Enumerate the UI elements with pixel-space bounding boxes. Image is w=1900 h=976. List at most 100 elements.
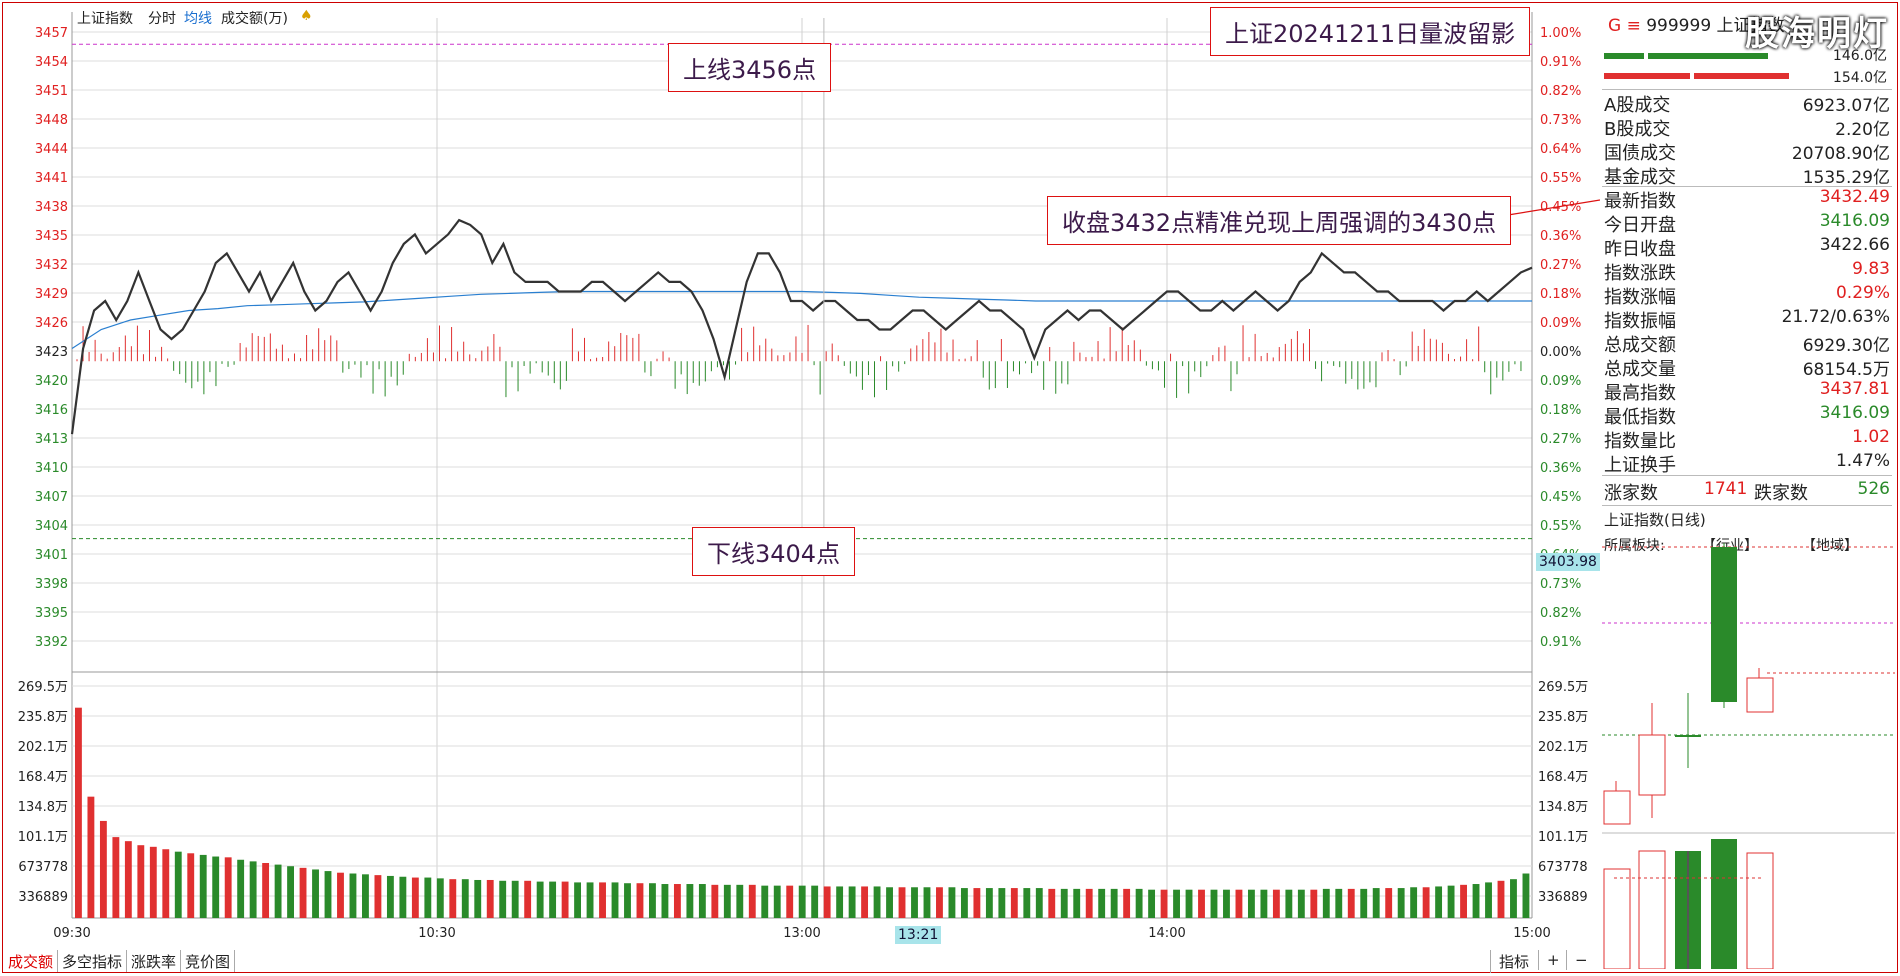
volume-bar <box>786 885 794 918</box>
candle <box>1638 734 1666 796</box>
price-tick-label: 3398 <box>35 577 68 592</box>
volume-bar <box>1510 879 1517 918</box>
volume-tick-label: 673778 <box>1538 860 1588 875</box>
volume-bar <box>1335 888 1343 918</box>
quote-row-value: 3437.81 <box>1819 379 1890 399</box>
volume-bar <box>1372 888 1380 918</box>
volume-bar <box>436 878 444 918</box>
volume-bar <box>349 873 357 918</box>
volume-bar <box>1210 889 1218 918</box>
tab-fenshi[interactable]: 分时 <box>148 8 176 28</box>
divider <box>1602 505 1892 506</box>
volume-bar <box>1010 888 1018 918</box>
volume-bar <box>1247 889 1255 918</box>
volume-bar <box>1360 888 1368 918</box>
volume-bar <box>187 853 195 918</box>
volume-bar <box>861 886 869 918</box>
quote-row-label: 指数涨跌 <box>1604 263 1676 284</box>
volume-bar <box>474 879 482 918</box>
volume-bar <box>112 837 120 918</box>
volume-tick-label: 235.8万 <box>18 710 68 725</box>
pct-tick-label: 0.36% <box>1540 461 1581 476</box>
price-tick-label: 3420 <box>35 374 68 389</box>
volume-bar <box>773 885 781 918</box>
volume-bar <box>312 869 319 918</box>
quote-row-label: B股成交 <box>1604 119 1671 140</box>
volume-bar <box>998 888 1006 918</box>
tab-auction[interactable]: 竞价图 <box>181 950 236 972</box>
volume-bar <box>574 882 582 918</box>
volume-bar <box>836 886 844 918</box>
volume-tick-label: 168.4万 <box>18 770 68 785</box>
volume-bar <box>386 875 394 918</box>
volume-bar <box>886 887 893 918</box>
tab-long-short[interactable]: 多空指标 <box>58 950 128 972</box>
volume-tick-label: 336889 <box>1538 890 1588 905</box>
quote-row: 昨日收盘 3422.66 <box>1602 235 1892 260</box>
price-tick-label: 3407 <box>35 490 68 505</box>
tab-rise-fall-rate[interactable]: 涨跌率 <box>127 950 182 972</box>
volume-bar <box>1123 888 1131 918</box>
quote-row: 最高指数 3437.81 <box>1602 379 1892 404</box>
price-tick-label: 3426 <box>35 316 68 331</box>
quote-row-value: 1.02 <box>1852 427 1890 447</box>
quote-row: 总成交量 68154.5万 <box>1602 355 1892 380</box>
quote-row-label: A股成交 <box>1604 95 1671 116</box>
volume-tick-label: 673778 <box>18 860 68 875</box>
quote-row-label: 总成交量 <box>1604 359 1676 380</box>
pct-tick-label: 0.18% <box>1540 287 1581 302</box>
volume-bar <box>948 887 956 918</box>
volume-bar <box>748 884 756 918</box>
bell-icon[interactable]: ♠ <box>300 8 313 24</box>
volume-bar <box>561 881 569 918</box>
pct-tick-label: 0.73% <box>1540 577 1581 592</box>
volume-tick-label: 101.1万 <box>1538 830 1588 845</box>
callout-title: 上证20241211日量波留影 <box>1210 7 1531 56</box>
volume-bar <box>823 886 831 918</box>
quote-row-value: 20708.90亿 <box>1791 144 1890 164</box>
quote-row-value: 6923.07亿 <box>1802 96 1890 116</box>
volume-bar <box>898 887 906 918</box>
volume-bar <box>274 864 282 918</box>
price-tick-label: 3395 <box>35 606 68 621</box>
intraday-chart[interactable]: 3457 1.00% 3454 0.91% 3451 0.82% 3448 0.73% 3444… <box>0 0 1600 950</box>
volume-bar <box>449 879 457 918</box>
price-tick-label: 3457 <box>35 26 68 41</box>
volume-bar <box>636 883 644 918</box>
volume-bar <box>936 887 943 918</box>
time-tick-label: 09:30 <box>53 926 90 941</box>
volume-bar <box>262 862 270 918</box>
volume-bar <box>1285 889 1293 918</box>
volume-bar <box>174 851 182 918</box>
volume-bar <box>985 888 993 918</box>
quote-row: 最低指数 3416.09 <box>1602 403 1892 428</box>
volume-bar <box>973 888 981 918</box>
candle <box>1746 677 1774 713</box>
volume-bar <box>424 877 432 918</box>
volume-bar <box>324 871 332 918</box>
volume-bar <box>1472 884 1480 918</box>
indicator-button[interactable]: 指标 <box>1490 950 1537 973</box>
quote-row-label: 昨日收盘 <box>1604 239 1676 260</box>
callout-close-note: 收盘3432点精准兑现上周强调的3430点 <box>1047 196 1512 245</box>
volume-bar <box>624 883 631 918</box>
volume-bar <box>1385 888 1393 918</box>
tab-volume[interactable]: 成交额(万) <box>221 8 288 28</box>
quote-row-value: 0.29% <box>1835 283 1890 303</box>
volume-bar <box>299 867 307 918</box>
zoom-in-button[interactable]: + <box>1538 950 1568 970</box>
quote-row: 最新指数 3432.49 <box>1602 187 1892 212</box>
zoom-out-button[interactable]: − <box>1566 950 1596 970</box>
pct-tick-label: 0.64% <box>1540 142 1581 157</box>
price-tick-label: 3413 <box>35 432 68 447</box>
volume-bar <box>362 874 369 918</box>
tab-turnover[interactable]: 成交额 <box>4 950 59 972</box>
pct-tick-label: 0.36% <box>1540 229 1581 244</box>
price-tick-label: 3429 <box>35 287 68 302</box>
daily-kline-chart[interactable] <box>1602 533 1895 969</box>
quote-row-value: 6929.30亿 <box>1802 336 1890 356</box>
volume-bar <box>911 887 918 918</box>
volume-bar <box>723 884 731 918</box>
tab-junxian[interactable]: 均线 <box>184 8 212 28</box>
volume-tick-label: 101.1万 <box>18 830 68 845</box>
